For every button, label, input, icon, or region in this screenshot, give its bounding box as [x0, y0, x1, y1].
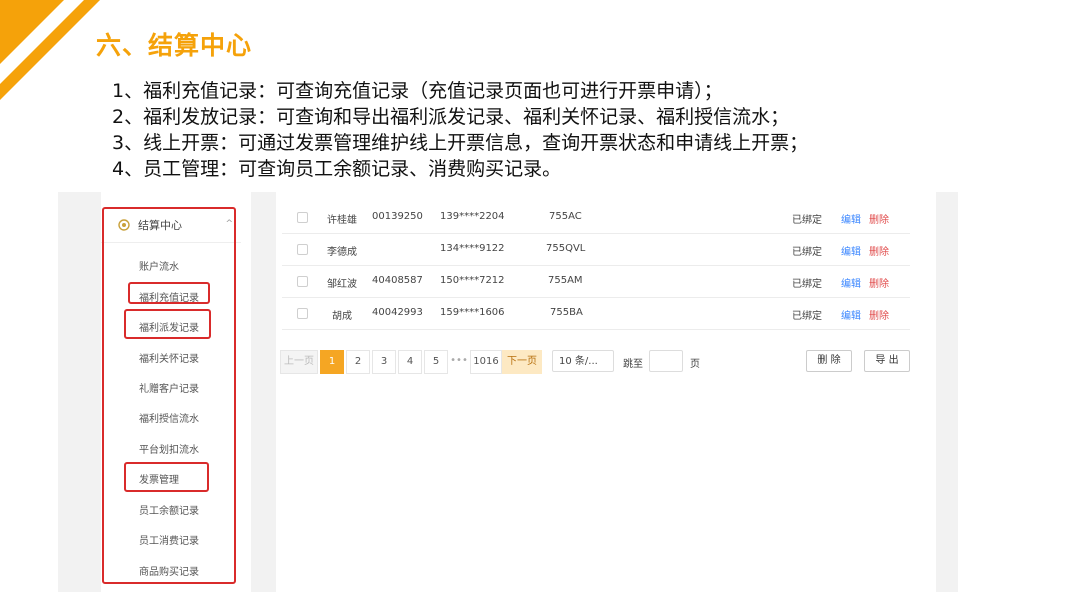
prev-page-button[interactable]: 上一页 — [280, 350, 318, 374]
slide-title: 六、结算中心 — [96, 31, 253, 60]
row-checkbox[interactable] — [297, 276, 308, 287]
page-button[interactable]: 1016 — [470, 350, 502, 374]
table-row: 邹红波 40408587 150****7212 755AM 已绑定 编辑 删除 — [282, 266, 910, 298]
highlight-outline — [102, 207, 236, 584]
highlight-recharge — [128, 282, 210, 304]
cell-status: 已绑定 — [792, 215, 822, 226]
row-checkbox[interactable] — [297, 212, 308, 223]
feature-list: 1、福利充值记录：可查询充值记录（充值记录页面也可进行开票申请）； 2、福利发放… — [112, 78, 808, 182]
delete-link[interactable]: 删除 — [869, 275, 889, 290]
cell-status: 已绑定 — [792, 279, 822, 290]
page-unit-label: 页 — [690, 359, 700, 370]
cell-phone: 139****2204 — [440, 211, 505, 222]
jump-page-input[interactable] — [649, 350, 683, 372]
feature-point: 4、员工管理：可查询员工余额记录、消费购买记录。 — [112, 158, 562, 180]
app-screenshot: 结算中心 ^ 账户流水 福利充值记录 福利派发记录 福利关怀记录 礼赠客户记录 … — [58, 192, 958, 592]
cell-code: 755AM — [548, 275, 583, 286]
sidebar: 结算中心 ^ 账户流水 福利充值记录 福利派发记录 福利关怀记录 礼赠客户记录 … — [101, 192, 251, 592]
feature-point: 2、福利发放记录：可查询和导出福利派发记录、福利关怀记录、福利授信流水； — [112, 106, 790, 128]
next-page-button[interactable]: 下一页 — [502, 350, 542, 374]
page-button[interactable]: 1 — [320, 350, 344, 374]
page-button[interactable]: 4 — [398, 350, 422, 374]
edit-link[interactable]: 编辑 — [841, 307, 861, 322]
row-checkbox[interactable] — [297, 308, 308, 319]
feature-point: 1、福利充值记录：可查询充值记录（充值记录页面也可进行开票申请）； — [112, 80, 723, 102]
table-row: 许桂雄 00139250 139****2204 755AC 已绑定 编辑 删除 — [282, 202, 910, 234]
table-row: 胡成 40042993 159****1606 755BA 已绑定 编辑 删除 — [282, 298, 910, 330]
delete-link[interactable]: 删除 — [869, 243, 889, 258]
cell-code: 755AC — [549, 211, 582, 222]
page-button[interactable]: 3 — [372, 350, 396, 374]
pagination: 上一页 1 2 3 4 5 ••• 1016 下一页 10 条/... 跳至 页… — [276, 350, 936, 374]
cell-name: 胡成 — [332, 311, 352, 322]
export-button[interactable]: 导 出 — [864, 350, 910, 372]
cell-phone: 159****1606 — [440, 307, 505, 318]
feature-point: 3、线上开票：可通过发票管理维护线上开票信息，查询开票状态和申请线上开票； — [112, 132, 809, 154]
cell-phone: 134****9122 — [440, 243, 505, 254]
edit-link[interactable]: 编辑 — [841, 211, 861, 226]
page-button[interactable]: 5 — [424, 350, 448, 374]
highlight-invoice — [124, 462, 209, 492]
pagination-ellipsis[interactable]: ••• — [446, 350, 472, 372]
cell-name: 邹红波 — [327, 279, 357, 290]
delete-link[interactable]: 删除 — [869, 211, 889, 226]
cell-status: 已绑定 — [792, 311, 822, 322]
edit-link[interactable]: 编辑 — [841, 275, 861, 290]
delete-button[interactable]: 删 除 — [806, 350, 852, 372]
jump-label: 跳至 — [623, 359, 643, 370]
page-button[interactable]: 2 — [346, 350, 370, 374]
cell-name: 许桂雄 — [327, 215, 357, 226]
cell-status: 已绑定 — [792, 247, 822, 258]
cell-code: 755QVL — [546, 243, 586, 254]
corner-decoration — [0, 0, 100, 100]
cell-id: 00139250 — [372, 211, 423, 222]
cell-name: 李德成 — [327, 247, 357, 258]
cell-id: 40408587 — [372, 275, 423, 286]
cell-code: 755BA — [550, 307, 583, 318]
content-panel: 许桂雄 00139250 139****2204 755AC 已绑定 编辑 删除… — [276, 192, 936, 592]
highlight-distribution — [124, 309, 211, 339]
edit-link[interactable]: 编辑 — [841, 243, 861, 258]
page-size-select[interactable]: 10 条/... — [552, 350, 614, 372]
table-row: 李德成 134****9122 755QVL 已绑定 编辑 删除 — [282, 234, 910, 266]
cell-id: 40042993 — [372, 307, 423, 318]
cell-phone: 150****7212 — [440, 275, 505, 286]
delete-link[interactable]: 删除 — [869, 307, 889, 322]
row-checkbox[interactable] — [297, 244, 308, 255]
